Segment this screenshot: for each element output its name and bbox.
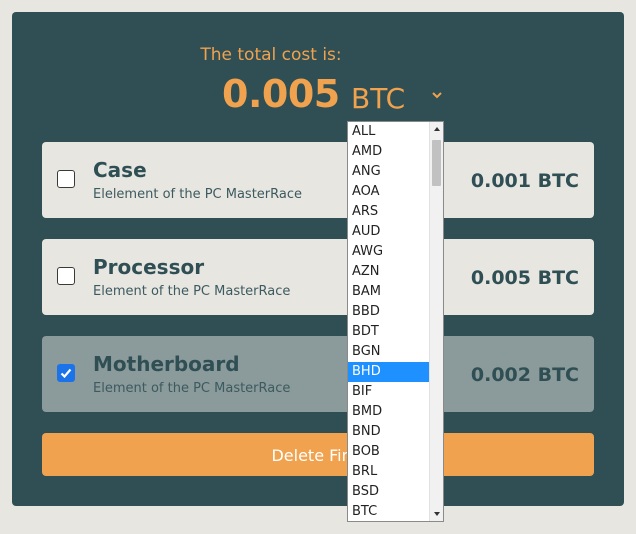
currency-option[interactable]: AOA [348, 182, 429, 202]
item-subtitle: Element of the PC MasterRace [93, 381, 291, 396]
item-checkbox-motherboard[interactable] [57, 364, 75, 382]
currency-option[interactable]: BND [348, 422, 429, 442]
item-card-case[interactable]: Case Elelement of the PC MasterRace 0.00… [42, 142, 594, 218]
item-title: Motherboard [93, 352, 240, 376]
item-card-processor[interactable]: Processor Element of the PC MasterRace 0… [42, 239, 594, 315]
currency-option[interactable]: AUD [348, 222, 429, 242]
item-subtitle: Elelement of the PC MasterRace [93, 187, 302, 202]
currency-option[interactable]: BIF [348, 382, 429, 402]
item-title: Case [93, 158, 147, 182]
currency-option[interactable]: ARS [348, 202, 429, 222]
currency-option[interactable]: AZN [348, 262, 429, 282]
cost-panel: The total cost is: 0.005 BTC Case Elelem… [12, 12, 624, 506]
item-checkbox-case[interactable] [57, 170, 75, 188]
scroll-up-arrow-icon[interactable] [430, 122, 444, 136]
currency-option[interactable]: AWG [348, 242, 429, 262]
item-price: 0.002 BTC [470, 364, 579, 386]
total-cost-label: The total cost is: [200, 45, 342, 65]
item-title: Processor [93, 255, 205, 279]
currency-select[interactable]: BTC [351, 82, 405, 115]
currency-option[interactable]: BMD [348, 402, 429, 422]
item-subtitle: Element of the PC MasterRace [93, 284, 291, 299]
item-card-motherboard[interactable]: Motherboard Element of the PC MasterRace… [42, 336, 594, 412]
checkmark-icon [60, 368, 72, 379]
currency-option[interactable]: AMD [348, 142, 429, 162]
scroll-down-arrow-icon[interactable] [430, 507, 444, 521]
currency-option[interactable]: BRL [348, 462, 429, 482]
currency-option[interactable]: BDT [348, 322, 429, 342]
currency-option[interactable]: BGN [348, 342, 429, 362]
currency-option[interactable]: BSD [348, 482, 429, 502]
currency-option[interactable]: BOB [348, 442, 429, 462]
item-price: 0.005 BTC [470, 267, 579, 289]
item-checkbox-processor[interactable] [57, 267, 75, 285]
total-cost-amount: 0.005 [222, 72, 340, 116]
currency-option[interactable]: BAM [348, 282, 429, 302]
delete-finished-button[interactable]: Delete Finis [42, 433, 594, 476]
currency-option[interactable]: BTC [348, 502, 429, 521]
item-price: 0.001 BTC [470, 170, 579, 192]
chevron-down-icon[interactable] [430, 88, 444, 102]
currency-option[interactable]: BHD [348, 362, 429, 382]
currency-option[interactable]: ALL [348, 122, 429, 142]
dropdown-scrollbar[interactable] [429, 122, 443, 521]
scrollbar-thumb[interactable] [432, 140, 441, 186]
currency-options: ALL AMD ANG AOA ARS AUD AWG AZN BAM BBD BDT BGN BHD B… [348, 122, 429, 521]
currency-option[interactable]: BBD [348, 302, 429, 322]
currency-option[interactable]: ANG [348, 162, 429, 182]
currency-dropdown-list[interactable]: ALL AMD ANG AOA ARS AUD AWG AZN BAM BBD BDT BGN BHD B… [347, 121, 444, 522]
